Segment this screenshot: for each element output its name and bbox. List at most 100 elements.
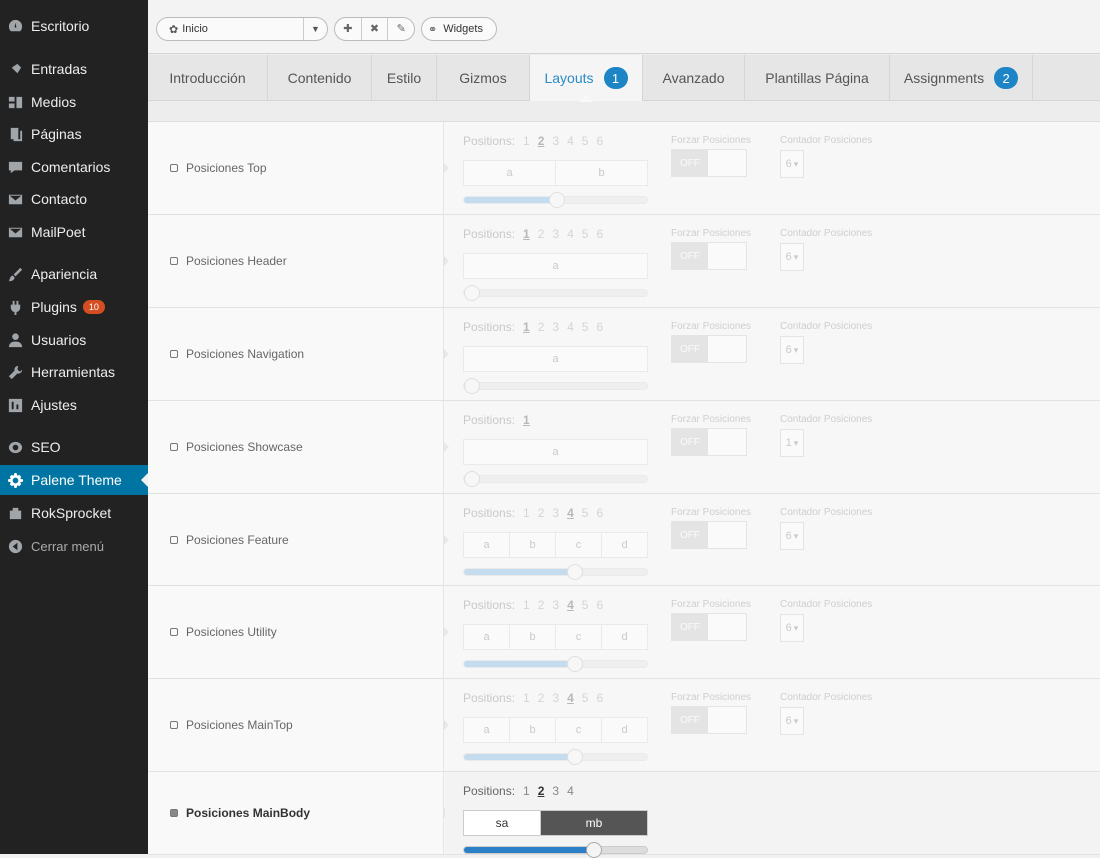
slider-handle[interactable] — [464, 378, 480, 394]
positions-option[interactable]: 4 — [567, 506, 574, 520]
layout-cell[interactable]: mb — [541, 811, 647, 835]
positions-option[interactable]: 3 — [552, 598, 559, 612]
layout-cell[interactable]: c — [556, 625, 602, 649]
layout-cell[interactable]: b — [510, 625, 556, 649]
sidebar-item-5[interactable]: Contacto — [0, 184, 148, 214]
positions-option[interactable]: 5 — [582, 506, 589, 520]
positions-option[interactable]: 1 — [523, 598, 530, 612]
positions-option[interactable]: 4 — [567, 320, 574, 334]
sidebar-item-13[interactable]: Palene Theme — [0, 465, 148, 495]
slider-handle[interactable] — [567, 749, 583, 765]
sidebar-item-4[interactable]: Comentarios — [0, 152, 148, 182]
positions-option[interactable]: 2 — [538, 598, 545, 612]
layout-cell[interactable]: b — [510, 533, 556, 557]
positions-option[interactable]: 4 — [567, 784, 574, 798]
positions-option[interactable]: 3 — [552, 691, 559, 705]
layout-cell[interactable]: a — [464, 440, 647, 464]
positions-option[interactable]: 5 — [582, 134, 589, 148]
sidebar-item-6[interactable]: MailPoet — [0, 217, 148, 247]
tab-6[interactable]: Plantillas Página — [745, 55, 890, 101]
position-checkbox[interactable] — [170, 628, 178, 636]
pencil-icon[interactable]: ✎ — [388, 18, 414, 40]
positions-option[interactable]: 2 — [538, 784, 545, 798]
layout-cell[interactable]: b — [556, 161, 647, 185]
layout-slider[interactable] — [463, 378, 648, 394]
layout-slider[interactable] — [463, 285, 648, 301]
slider-handle[interactable] — [585, 842, 602, 858]
layout-slider[interactable] — [463, 749, 648, 765]
sidebar-item-15[interactable]: Cerrar menú — [0, 531, 148, 561]
layout-cell[interactable]: a — [464, 254, 647, 278]
delete-icon[interactable]: ✖ — [362, 18, 389, 40]
position-checkbox[interactable] — [170, 257, 178, 265]
layout-cell[interactable]: d — [602, 718, 647, 742]
position-checkbox[interactable] — [170, 535, 178, 544]
positions-option[interactable]: 1 — [523, 320, 530, 334]
force-positions-toggle[interactable]: OFF — [671, 242, 747, 270]
sidebar-item-3[interactable]: Páginas — [0, 119, 148, 149]
positions-option[interactable]: 1 — [523, 506, 530, 520]
positions-option[interactable]: 2 — [538, 134, 545, 148]
tab-4[interactable]: Layouts 1 — [530, 55, 643, 102]
positions-option[interactable]: 2 — [538, 506, 545, 520]
tab-3[interactable]: Gizmos — [437, 55, 530, 101]
positions-option[interactable]: 3 — [552, 506, 559, 520]
positions-option[interactable]: 1 — [523, 413, 530, 427]
tab-2[interactable]: Estilo — [372, 55, 437, 101]
position-count-select[interactable]: 6 ▾ — [780, 336, 804, 364]
positions-option[interactable]: 3 — [552, 227, 559, 241]
layout-slider[interactable] — [463, 564, 648, 580]
force-positions-toggle[interactable]: OFF — [671, 521, 747, 549]
layout-cell[interactable]: sa — [464, 811, 541, 835]
positions-option[interactable]: 4 — [567, 134, 574, 148]
add-icon[interactable]: ✚ — [335, 18, 362, 40]
sidebar-item-12[interactable]: SEO — [0, 432, 148, 462]
layout-cell[interactable]: d — [602, 533, 647, 557]
position-checkbox[interactable] — [170, 809, 178, 817]
position-count-select[interactable]: 6 ▾ — [780, 243, 804, 271]
positions-option[interactable]: 3 — [552, 134, 559, 148]
preset-select[interactable]: ✿ Inicio ▼ — [156, 17, 328, 41]
positions-option[interactable]: 1 — [523, 134, 530, 148]
layout-slider[interactable] — [463, 656, 648, 672]
positions-option[interactable]: 6 — [596, 134, 603, 148]
positions-option[interactable]: 4 — [567, 691, 574, 705]
sidebar-item-10[interactable]: Herramientas — [0, 357, 148, 387]
position-count-select[interactable]: 1 ▾ — [780, 429, 804, 457]
slider-handle[interactable] — [464, 285, 480, 301]
tab-7[interactable]: Assignments 2 — [890, 55, 1033, 101]
positions-option[interactable]: 4 — [567, 227, 574, 241]
tab-0[interactable]: Introducción — [148, 55, 268, 101]
layout-cell[interactable]: c — [556, 533, 602, 557]
layout-cell[interactable]: b — [510, 718, 556, 742]
layout-cell[interactable]: c — [556, 718, 602, 742]
force-positions-toggle[interactable]: OFF — [671, 706, 747, 734]
slider-handle[interactable] — [464, 471, 480, 487]
layout-cell[interactable]: d — [602, 625, 647, 649]
layout-slider[interactable] — [463, 471, 648, 487]
positions-option[interactable]: 6 — [596, 320, 603, 334]
positions-option[interactable]: 1 — [523, 691, 530, 705]
layout-slider[interactable] — [463, 842, 648, 858]
sidebar-item-2[interactable]: Medios — [0, 87, 148, 117]
position-checkbox[interactable] — [170, 443, 178, 451]
layout-cell[interactable]: a — [464, 625, 510, 649]
force-positions-toggle[interactable]: OFF — [671, 428, 747, 456]
force-positions-toggle[interactable]: OFF — [671, 613, 747, 641]
sidebar-item-9[interactable]: Usuarios — [0, 325, 148, 355]
slider-handle[interactable] — [548, 192, 565, 208]
positions-option[interactable]: 2 — [538, 227, 545, 241]
position-checkbox[interactable] — [170, 721, 178, 729]
layout-cell[interactable]: a — [464, 533, 510, 557]
tab-5[interactable]: Avanzado — [643, 55, 745, 101]
positions-option[interactable]: 6 — [596, 506, 603, 520]
layout-slider[interactable] — [463, 192, 648, 208]
positions-option[interactable]: 1 — [523, 784, 530, 798]
positions-option[interactable]: 3 — [552, 784, 559, 798]
positions-option[interactable]: 1 — [523, 227, 530, 241]
sidebar-item-8[interactable]: Plugins 10 — [0, 292, 148, 322]
tab-1[interactable]: Contenido — [268, 55, 372, 101]
positions-option[interactable]: 5 — [582, 691, 589, 705]
position-count-select[interactable]: 6 ▾ — [780, 614, 804, 642]
slider-handle[interactable] — [567, 656, 583, 672]
